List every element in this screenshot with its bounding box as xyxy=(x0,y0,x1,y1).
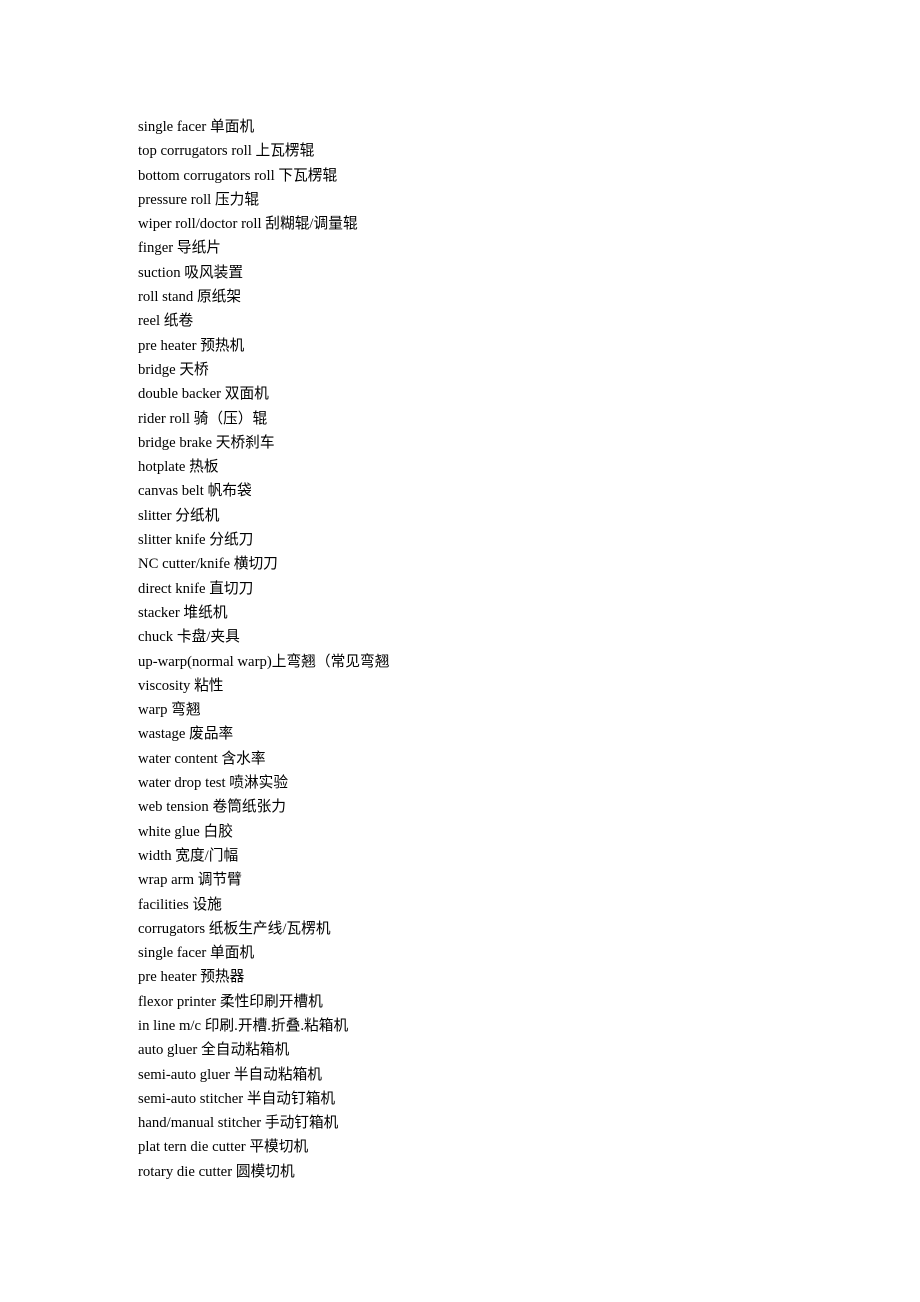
glossary-entry: hotplate 热板 xyxy=(138,459,219,476)
glossary-entry: wastage 废品率 xyxy=(138,726,234,743)
glossary-entry: corrugators 纸板生产线/瓦楞机 xyxy=(138,920,331,937)
glossary-entry: slitter knife 分纸刀 xyxy=(138,532,254,549)
document-page: single facer 单面机 top corrugators roll 上瓦楞… xyxy=(0,0,920,1302)
glossary-entry: wiper roll/doctor roll 刮糊辊/调量辊 xyxy=(138,216,358,233)
glossary-entry: top corrugators roll 上瓦楞辊 xyxy=(138,143,315,160)
glossary-entry: rotary die cutter 圆模切机 xyxy=(138,1163,295,1180)
glossary-entry: semi-auto stitcher 半自动钉箱机 xyxy=(138,1090,336,1107)
glossary-entry: bridge 天桥 xyxy=(138,361,209,378)
glossary-entry: facilities 设施 xyxy=(138,896,222,913)
glossary-entry: in line m/c 印刷.开槽.折叠.粘箱机 xyxy=(138,1017,349,1034)
glossary-entry: web tension 卷筒纸张力 xyxy=(138,799,287,816)
glossary-entry: chuck 卡盘/夹具 xyxy=(138,629,240,646)
glossary-entry: double backer 双面机 xyxy=(138,386,269,403)
glossary-entry: auto gluer 全自动粘箱机 xyxy=(138,1042,290,1059)
glossary-entry: hand/manual stitcher 手动钉箱机 xyxy=(138,1115,339,1132)
glossary-entry: reel 纸卷 xyxy=(138,313,194,330)
glossary-entry: pre heater 预热器 xyxy=(138,969,245,986)
glossary-entry: bottom corrugators roll 下瓦楞辊 xyxy=(138,167,338,184)
glossary-entry: single facer 单面机 xyxy=(138,119,255,135)
glossary-entry: roll stand 原纸架 xyxy=(138,289,242,306)
glossary-entry: plat tern die cutter 平模切机 xyxy=(138,1139,309,1156)
glossary-entry: viscosity 粘性 xyxy=(138,677,224,694)
glossary-entry: water drop test 喷淋实验 xyxy=(138,775,289,792)
glossary-entry: finger 导纸片 xyxy=(138,240,222,257)
glossary-entry: warp 弯翘 xyxy=(138,702,201,719)
glossary-entry: semi-auto gluer 半自动粘箱机 xyxy=(138,1066,323,1083)
glossary-entry: white glue 白胶 xyxy=(138,823,233,840)
glossary-entry: wrap arm 调节臂 xyxy=(138,872,242,889)
glossary-entry: direct knife 直切刀 xyxy=(138,580,254,597)
glossary-entry: slitter 分纸机 xyxy=(138,507,220,524)
glossary-entry: bridge brake 天桥刹车 xyxy=(138,434,275,451)
glossary-entry: pre heater 预热机 xyxy=(138,337,245,354)
glossary-entry: flexor printer 柔性印刷开槽机 xyxy=(138,993,323,1010)
glossary-entry: rider roll 骑（压）辊 xyxy=(138,410,268,427)
glossary-entry: up-warp(normal warp)上弯翘（常见弯翘 xyxy=(138,653,390,670)
glossary-entry: stacker 堆纸机 xyxy=(138,604,228,621)
glossary-entry: canvas belt 帆布袋 xyxy=(138,483,252,500)
glossary-entry: suction 吸风装置 xyxy=(138,264,244,281)
glossary-term-list: single facer 单面机 top corrugators roll 上瓦楞… xyxy=(138,115,838,1184)
glossary-entry: single facer 单面机 xyxy=(138,945,255,962)
glossary-entry: NC cutter/knife 横切刀 xyxy=(138,556,278,573)
glossary-entry: pressure roll 压力辊 xyxy=(138,191,260,208)
glossary-entry: width 宽度/门幅 xyxy=(138,847,239,864)
glossary-entry: water content 含水率 xyxy=(138,750,266,767)
